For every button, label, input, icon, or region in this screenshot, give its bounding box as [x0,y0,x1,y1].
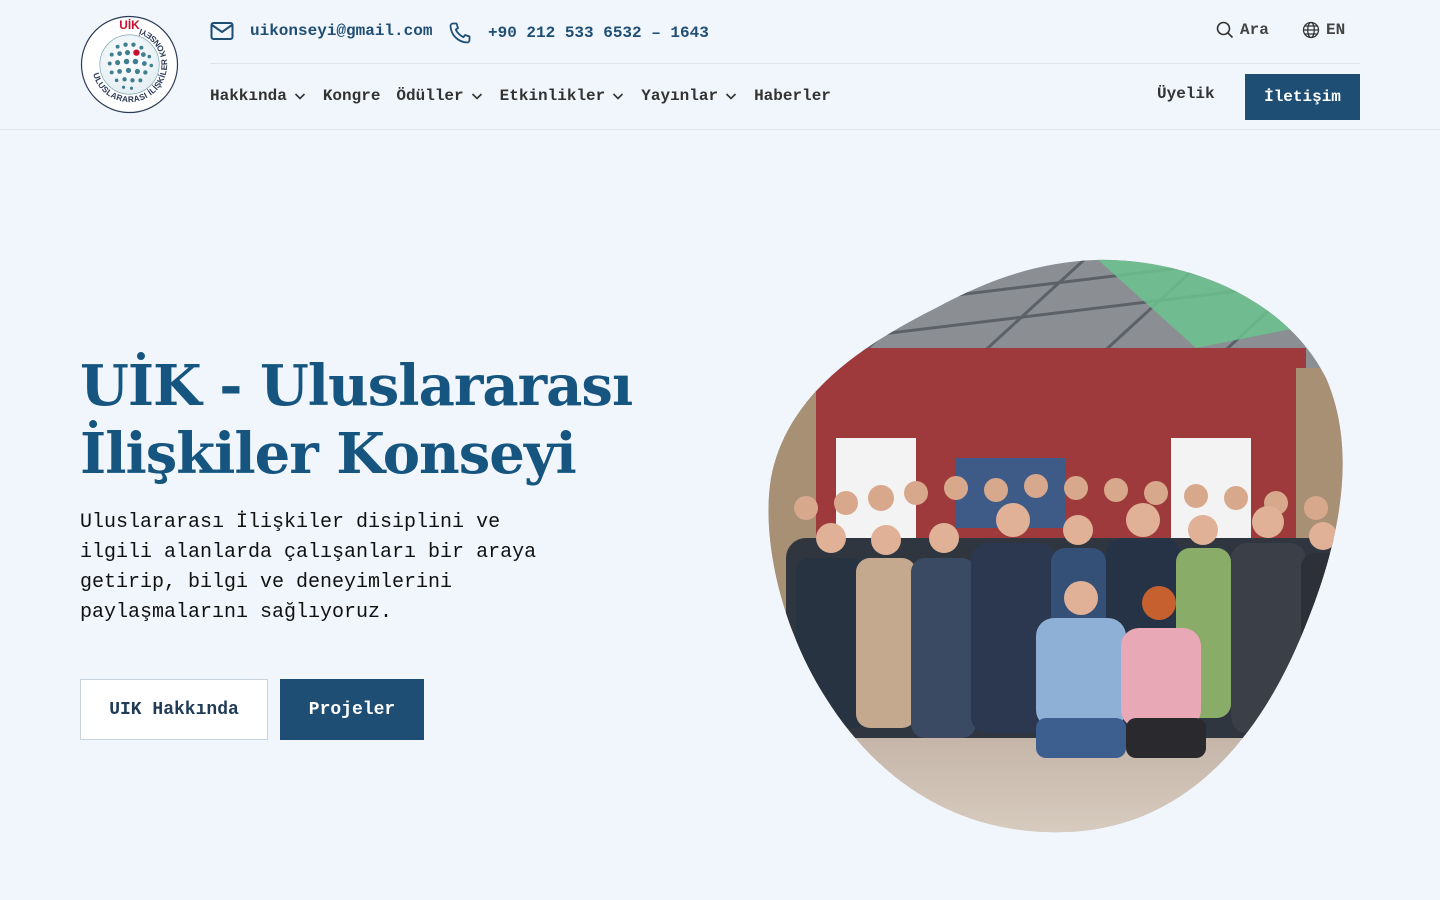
nav-item-oduller[interactable]: Ödüller [396,84,483,108]
contact-button[interactable]: İletişim [1245,74,1360,120]
search-icon [1216,21,1234,39]
chevron-down-icon [726,93,737,100]
globe-icon [1302,21,1320,39]
chevron-down-icon [471,93,482,100]
phone-link[interactable]: +90 212 533 6532 – 1643 [448,21,709,45]
top-bar: uikonseyi@gmail.com +90 212 533 6532 – 1… [210,0,1360,64]
language-switch[interactable]: EN [1302,21,1345,39]
hero-title-line1: UİK - Uluslararası [80,353,633,419]
email-text: uikonseyi@gmail.com [250,22,433,40]
phone-icon [449,22,471,44]
nav-item-haberler[interactable]: Haberler [754,84,831,108]
phone-text: +90 212 533 6532 – 1643 [488,24,709,42]
nav-item-hakkinda[interactable]: Hakkında [210,84,307,108]
about-button[interactable]: UIK Hakkında [80,679,268,740]
uik-logo[interactable]: UİK ULUSLARARASI İLİŞKİLER KONSEYİ [80,15,179,114]
search-button[interactable]: Ara [1216,21,1269,39]
hero-description: Uluslararası İlişkiler disiplini ve ilgi… [80,511,537,624]
nav-item-etkinlikler[interactable]: Etkinlikler [500,84,626,108]
main-nav: Hakkında Kongre Ödüller Etkinlikler Yayı… [210,84,847,108]
nav-item-yayinlar[interactable]: Yayınlar [641,84,738,108]
projects-button[interactable]: Projeler [280,679,424,740]
search-label: Ara [1240,21,1269,39]
hero-title: UİK - Uluslararası İlişkiler Konseyi [80,352,640,488]
logo-text-top: UİK [119,17,140,32]
hero-title-line2: İlişkiler Konseyi [80,421,577,487]
chevron-down-icon [613,93,624,100]
site-header: UİK ULUSLARARASI İLİŞKİLER KONSEYİ uikon… [0,0,1440,130]
nav-item-kongre[interactable]: Kongre [323,84,381,108]
mail-icon [210,22,234,40]
language-label: EN [1326,21,1346,39]
membership-link[interactable]: Üyelik [1157,85,1215,103]
email-link[interactable]: uikonseyi@gmail.com [210,21,432,41]
chevron-down-icon [294,93,305,100]
hero-group-photo [768,259,1343,833]
